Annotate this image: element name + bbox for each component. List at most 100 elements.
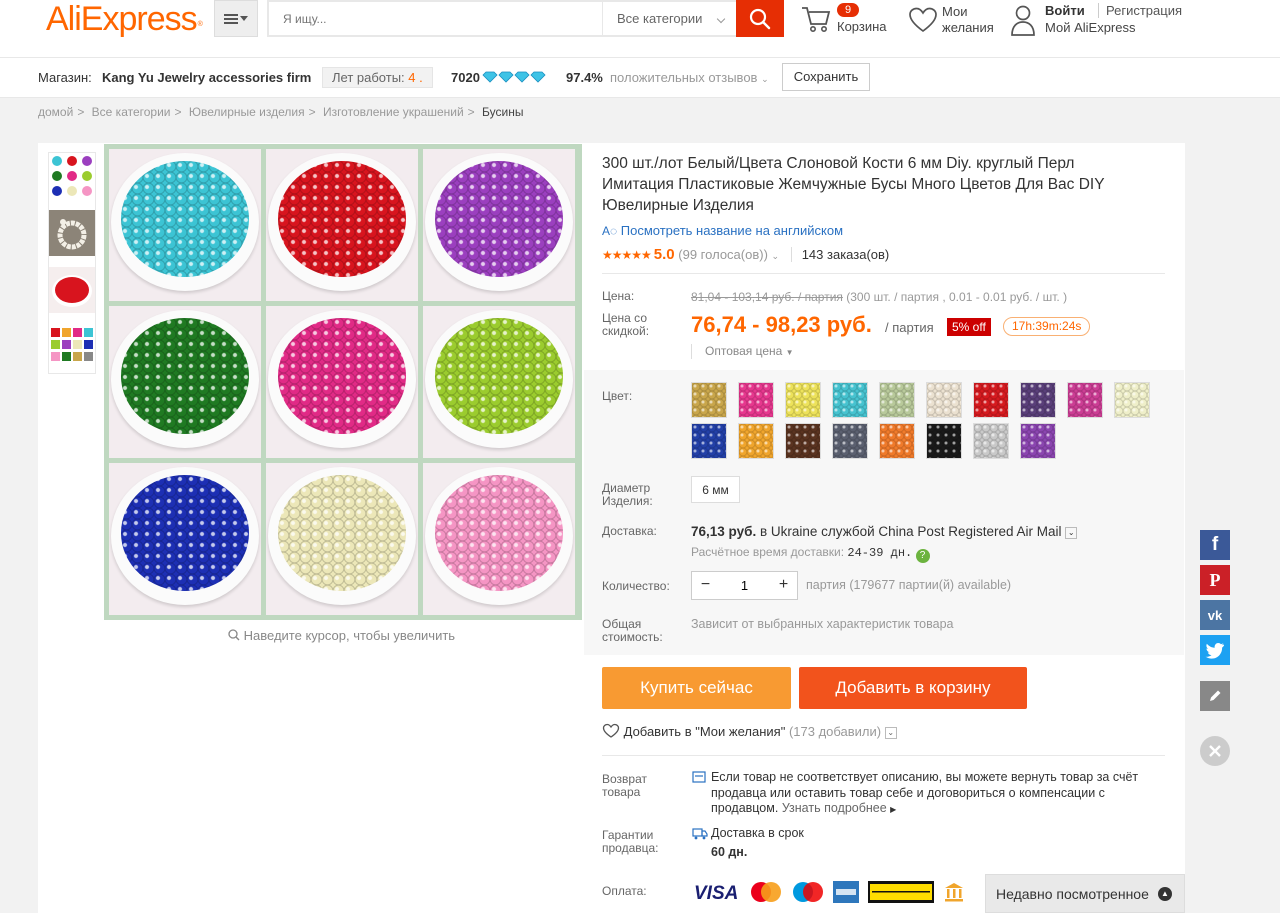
category-menu-button[interactable] — [214, 0, 258, 37]
thumbnail-3[interactable] — [49, 267, 95, 313]
breadcrumb-jewelry-making[interactable]: Изготовление украшений — [323, 105, 464, 119]
divider — [602, 273, 1165, 274]
chevron-up-icon: ▲ — [1158, 887, 1172, 901]
mastercard-icon — [751, 882, 781, 902]
search-button[interactable] — [736, 0, 784, 37]
discount-badge: 5% off — [947, 318, 991, 336]
bead-photo-tile — [266, 463, 418, 615]
facebook-share-button[interactable]: f — [1200, 530, 1230, 560]
color-swatch[interactable] — [973, 382, 1009, 418]
buy-now-button[interactable]: Купить сейчас — [602, 667, 791, 709]
votes-link[interactable]: (99 голоса(ов)) — [678, 247, 768, 262]
color-swatch[interactable] — [1020, 382, 1056, 418]
rating-value: 5.0 — [653, 246, 675, 263]
divider — [602, 755, 1165, 756]
wishlist-link[interactable]: Мои желания — [908, 2, 1008, 38]
return-label: Возврат товара — [602, 772, 647, 799]
quantity-plus-button[interactable]: + — [770, 572, 797, 599]
search-icon — [749, 8, 771, 29]
quantity-stepper: − + — [691, 571, 798, 600]
quantity-label: Количество: — [602, 579, 670, 593]
color-swatch[interactable] — [1020, 423, 1056, 459]
quantity-input[interactable] — [719, 572, 770, 599]
thumbnail-2[interactable] — [49, 210, 95, 256]
register-link[interactable]: Регистрация — [1098, 3, 1182, 18]
learn-more-link[interactable]: Узнать подробнее — [782, 801, 887, 815]
close-share-button[interactable] — [1200, 736, 1230, 766]
feedback-link[interactable]: положительных отзывов ⌄ — [610, 70, 769, 85]
heart-plus-icon — [602, 723, 620, 738]
add-to-cart-button[interactable]: Добавить в корзину — [799, 667, 1027, 709]
store-label: Магазин: — [38, 70, 92, 85]
save-store-button[interactable]: Сохранить — [782, 63, 870, 91]
return-icon — [692, 771, 706, 783]
color-swatch[interactable] — [832, 382, 868, 418]
user-icon — [1011, 5, 1035, 36]
chevron-down-icon — [716, 14, 726, 24]
shipping-info[interactable]: 76,13 руб. в Ukraine службой China Post … — [691, 524, 1078, 539]
wholesale-price-dropdown[interactable]: Оптовая цена ▼ — [691, 344, 794, 359]
quantity-minus-button[interactable]: − — [692, 572, 719, 599]
color-swatch[interactable] — [973, 423, 1009, 459]
guarantee-days: 60 дн. — [711, 845, 748, 859]
color-swatch[interactable] — [738, 423, 774, 459]
vk-share-button[interactable]: vk — [1200, 600, 1230, 630]
visa-icon: VISA — [694, 883, 738, 903]
breadcrumb-jewelry[interactable]: Ювелирные изделия — [189, 105, 305, 119]
cart-label: Корзина — [837, 19, 887, 34]
color-swatch[interactable] — [1067, 382, 1103, 418]
pinterest-share-button[interactable]: P — [1200, 565, 1230, 595]
login-link[interactable]: Войти — [1045, 3, 1085, 18]
chevron-down-icon: ⌄ — [1065, 527, 1078, 539]
search-input[interactable] — [269, 2, 599, 35]
edit-button[interactable] — [1200, 681, 1230, 711]
breadcrumb-home[interactable]: домой — [38, 105, 73, 119]
store-name-link[interactable]: Kang Yu Jewelry accessories firm — [102, 70, 311, 85]
beads — [121, 318, 249, 434]
search-category-select[interactable]: Все категории — [602, 2, 734, 35]
diamond-rating-icon — [482, 71, 548, 86]
aliexpress-logo[interactable]: AliExpress® — [46, 0, 203, 38]
thumbnail-4[interactable] — [49, 324, 95, 370]
color-swatch[interactable] — [785, 382, 821, 418]
color-swatch[interactable] — [926, 423, 962, 459]
orders-count: 143 заказа(ов) — [790, 247, 890, 262]
twitter-share-button[interactable] — [1200, 635, 1230, 665]
pencil-icon — [1210, 690, 1221, 701]
account-area: Войти Регистрация Мой AliExpress — [1010, 2, 1190, 38]
recently-viewed-toggle[interactable]: Недавно посмотренное ▲ — [985, 874, 1185, 913]
help-icon[interactable]: ? — [915, 549, 930, 563]
color-swatch[interactable] — [926, 382, 962, 418]
color-swatch[interactable] — [691, 423, 727, 459]
guarantee-text: Доставка в срок — [711, 826, 804, 840]
countdown-timer: 17h:39m:24s — [1003, 317, 1091, 336]
color-swatch[interactable] — [1114, 382, 1150, 418]
cart-link[interactable]: 9 Корзина — [800, 2, 900, 38]
add-to-wishlist[interactable]: Добавить в "Мои желания" (173 добавили) … — [602, 723, 897, 739]
thumbnail-1[interactable] — [49, 153, 95, 199]
color-swatch[interactable] — [738, 382, 774, 418]
breadcrumb-beads: Бусины — [482, 105, 524, 119]
breadcrumb-all-categories[interactable]: Все категории — [92, 105, 171, 119]
bead-photo-tile — [109, 463, 261, 615]
beads — [121, 475, 249, 591]
chevron-down-icon: ⌄ — [761, 74, 769, 84]
color-swatch[interactable] — [785, 423, 821, 459]
translate-title-link[interactable]: A◌ Посмотреть название на английском — [602, 223, 843, 238]
my-aliexpress-link[interactable]: Мой AliExpress — [1045, 20, 1136, 35]
chevron-down-icon — [240, 16, 248, 21]
color-swatch[interactable] — [879, 423, 915, 459]
svg-text:VISA: VISA — [694, 883, 738, 903]
color-swatch[interactable] — [691, 382, 727, 418]
translate-icon: A◌ — [602, 224, 618, 238]
bead-photo-tile — [266, 306, 418, 458]
color-swatch[interactable] — [832, 423, 868, 459]
color-swatch[interactable] — [879, 382, 915, 418]
size-option[interactable]: 6 мм — [691, 476, 740, 503]
shipping-label: Доставка: — [602, 524, 657, 538]
bead-photo-tile — [423, 149, 575, 301]
main-product-image[interactable] — [104, 144, 582, 620]
color-label: Цвет: — [602, 389, 633, 403]
feedback-percent: 97.4% — [566, 70, 603, 85]
price-unit: / партия — [885, 320, 934, 335]
